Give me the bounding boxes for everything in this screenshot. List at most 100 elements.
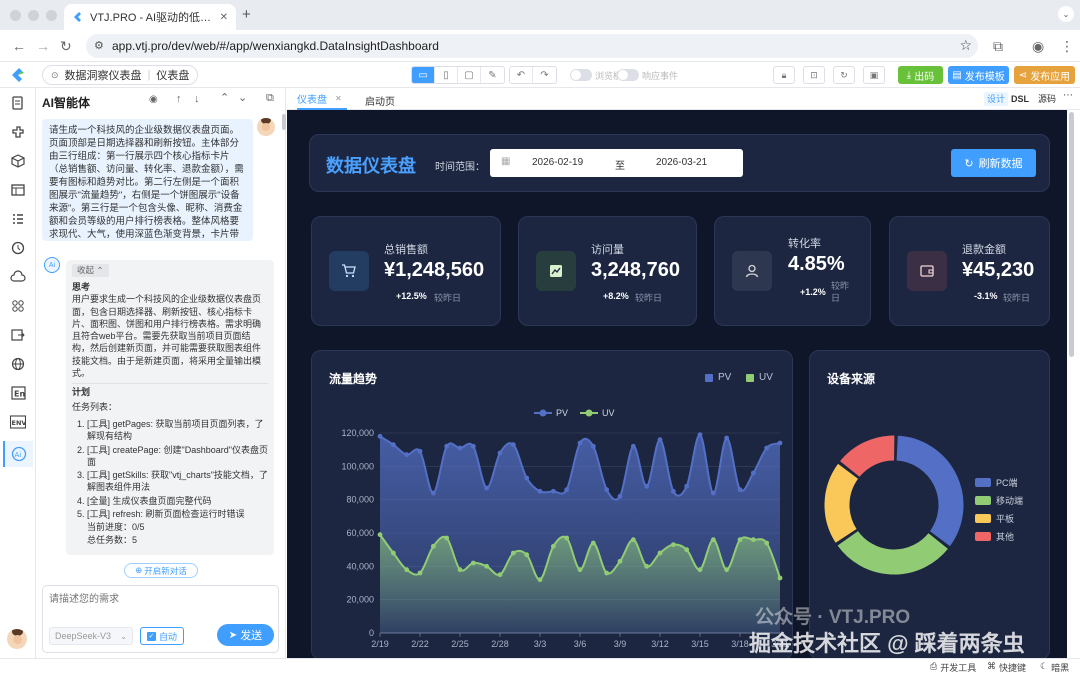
kpi-compare: 较昨日 <box>831 281 850 303</box>
app-logo-icon[interactable] <box>10 67 26 83</box>
maximize-window-icon[interactable] <box>46 10 57 21</box>
publish-template-button[interactable]: ▤ 发布模板 <box>948 66 1009 84</box>
refresh-icon[interactable]: ↻ <box>833 66 855 84</box>
history-icon[interactable] <box>9 239 27 257</box>
globe-icon[interactable] <box>9 355 27 373</box>
outline-icon[interactable] <box>9 210 27 228</box>
i18n-icon[interactable]: En <box>9 384 27 402</box>
devtools-icon: ⎙ <box>930 661 938 671</box>
collapse-toggle[interactable]: 收起 ⌃ <box>72 264 109 277</box>
moon-icon: ☾ <box>1040 661 1049 671</box>
data-point <box>497 450 503 456</box>
breadcrumb[interactable]: ⊙ 数据洞察仪表盘 | 仪表盘 <box>42 65 199 85</box>
redo-icon[interactable]: ↷ <box>533 67 556 83</box>
mode-dsl[interactable]: DSL <box>1011 92 1029 106</box>
tablet-icon[interactable]: ▢ <box>458 67 481 83</box>
profile-icon[interactable]: ◉ <box>1032 38 1044 55</box>
template-icon: ▤ <box>952 69 962 81</box>
data-point <box>524 475 530 481</box>
undo-icon[interactable]: ↶ <box>510 67 533 83</box>
data-point <box>710 537 716 543</box>
chevron-down-icon[interactable]: ⌄ <box>238 91 247 104</box>
data-point <box>710 490 716 496</box>
model-select[interactable]: DeepSeek-V3 ⌄ <box>49 627 133 645</box>
prompt-input-box: DeepSeek-V3⌄ ✓ 自动 ➤发送 <box>42 585 279 653</box>
bookmark-star-icon[interactable]: ☆ <box>959 37 972 54</box>
browser-menu-icon[interactable]: ⋮ <box>1060 38 1074 55</box>
account-avatar[interactable] <box>7 629 27 649</box>
arrow-up-icon[interactable]: ↑ <box>176 93 182 105</box>
apps-grid-icon[interactable] <box>9 297 27 315</box>
publish-app-button[interactable]: ⋖ 发布应用 <box>1014 66 1075 84</box>
pages-icon[interactable] <box>9 94 27 112</box>
ai-panel-scrollbar[interactable] <box>282 114 286 130</box>
components-icon[interactable] <box>9 123 27 141</box>
screenshot-icon[interactable]: ⊡ <box>803 66 825 84</box>
refresh-data-button[interactable]: ↻ 刷新数据 <box>951 149 1036 177</box>
forward-icon[interactable]: → <box>36 38 50 54</box>
tab-dashboard[interactable]: 仪表盘 ✕ <box>297 88 347 110</box>
auto-checkbox[interactable]: ✓ 自动 <box>140 627 184 645</box>
desktop-icon[interactable]: ▭ <box>412 67 435 83</box>
back-icon[interactable]: ← <box>12 38 26 54</box>
shortcuts-button[interactable]: ⌘ 快捷键 <box>987 661 1026 674</box>
canvas-scrollbar[interactable] <box>1069 112 1074 357</box>
devtools-button[interactable]: ⎙ 开发工具 <box>930 661 976 674</box>
respond-events-toggle[interactable]: 响应事件 <box>617 68 678 82</box>
blocks-icon[interactable] <box>9 152 27 170</box>
send-button[interactable]: ➤ 发送 <box>217 624 274 646</box>
eye-icon[interactable]: ◉ <box>149 94 158 105</box>
url-bar[interactable]: ⚙ app.vtj.pro/dev/web/#/app/wenxiangkd.D… <box>86 34 978 58</box>
export-icon[interactable] <box>9 326 27 344</box>
more-icon[interactable]: ⋯ <box>1063 90 1073 101</box>
kpi-label: 访问量 <box>591 244 624 256</box>
dark-mode-toggle[interactable]: ☾ 暗黑 <box>1040 661 1069 674</box>
window-icon[interactable]: ⧉ <box>266 92 274 105</box>
save-icon[interactable]: ▣ <box>863 66 885 84</box>
data-point <box>457 567 463 573</box>
env-icon[interactable]: ENV <box>9 413 27 431</box>
data-point <box>764 445 770 451</box>
task-total: 总任务数：5 <box>87 534 138 545</box>
prompt-input[interactable] <box>49 590 273 618</box>
chevron-up-icon[interactable]: ⌃ <box>220 91 229 104</box>
lock-icon[interactable]: 🔒︎ <box>773 66 795 84</box>
mobile-icon[interactable]: ▯ <box>435 67 458 83</box>
design-canvas: 数据仪表盘 时间范围： ▦ 2026-02-19 至 2026-03-21 ↻ 刷… <box>287 110 1067 658</box>
data-point <box>470 560 476 566</box>
arrow-down-icon[interactable]: ↓ <box>194 93 200 105</box>
mode-design[interactable]: 设计 <box>984 92 1009 106</box>
page-icon: ⊙ <box>51 69 59 80</box>
date-end[interactable]: 2026-03-21 <box>656 157 707 168</box>
x-tick-label: 2/28 <box>491 639 509 649</box>
tab-list-icon[interactable]: ⌄ <box>1058 6 1074 22</box>
pen-icon[interactable]: ✎ <box>481 67 504 83</box>
editor-tabs: 仪表盘 ✕ 启动页 设计 DSL 源码 ⋯ <box>287 88 1080 110</box>
layout-icon[interactable] <box>9 181 27 199</box>
trend-icon <box>536 251 576 291</box>
close-tab-icon[interactable]: ✕ <box>220 12 228 23</box>
minimize-window-icon[interactable] <box>28 10 39 21</box>
data-point <box>630 443 636 449</box>
close-window-icon[interactable] <box>10 10 21 21</box>
date-range-picker[interactable]: ▦ 2026-02-19 至 2026-03-21 <box>490 149 743 177</box>
data-point <box>564 487 570 493</box>
traffic-area-chart: 0 20,000 40,000 60,000 80,000 100,000 120,000 2… <box>341 408 788 649</box>
reload-icon[interactable]: ↻ <box>60 38 72 55</box>
publish-code-button[interactable]: ⤓ 出码 <box>898 66 943 84</box>
site-info-icon[interactable]: ⚙ <box>94 39 104 52</box>
traffic-title: 流量趋势 <box>329 372 378 386</box>
extensions-icon[interactable]: ⧉ <box>993 38 1003 55</box>
ai-agent-tab[interactable]: Ai <box>3 441 33 467</box>
url-text: app.vtj.pro/dev/web/#/app/wenxiangkd.Dat… <box>112 39 439 53</box>
tab-home[interactable]: 启动页 <box>365 93 395 108</box>
cloud-api-icon[interactable] <box>9 268 27 286</box>
browser-tab[interactable]: VTJ.PRO - AI驱动的低代码开发 ✕ <box>64 4 236 30</box>
x-tick-label: 3/12 <box>651 639 669 649</box>
new-tab-icon[interactable]: + <box>242 6 251 23</box>
new-chat-button[interactable]: ⊕ 开启新对话 <box>124 563 198 578</box>
mode-source[interactable]: 源码 <box>1038 92 1056 106</box>
date-start[interactable]: 2026-02-19 <box>532 157 583 168</box>
data-point <box>550 488 556 494</box>
close-tab-icon[interactable]: ✕ <box>335 94 342 103</box>
